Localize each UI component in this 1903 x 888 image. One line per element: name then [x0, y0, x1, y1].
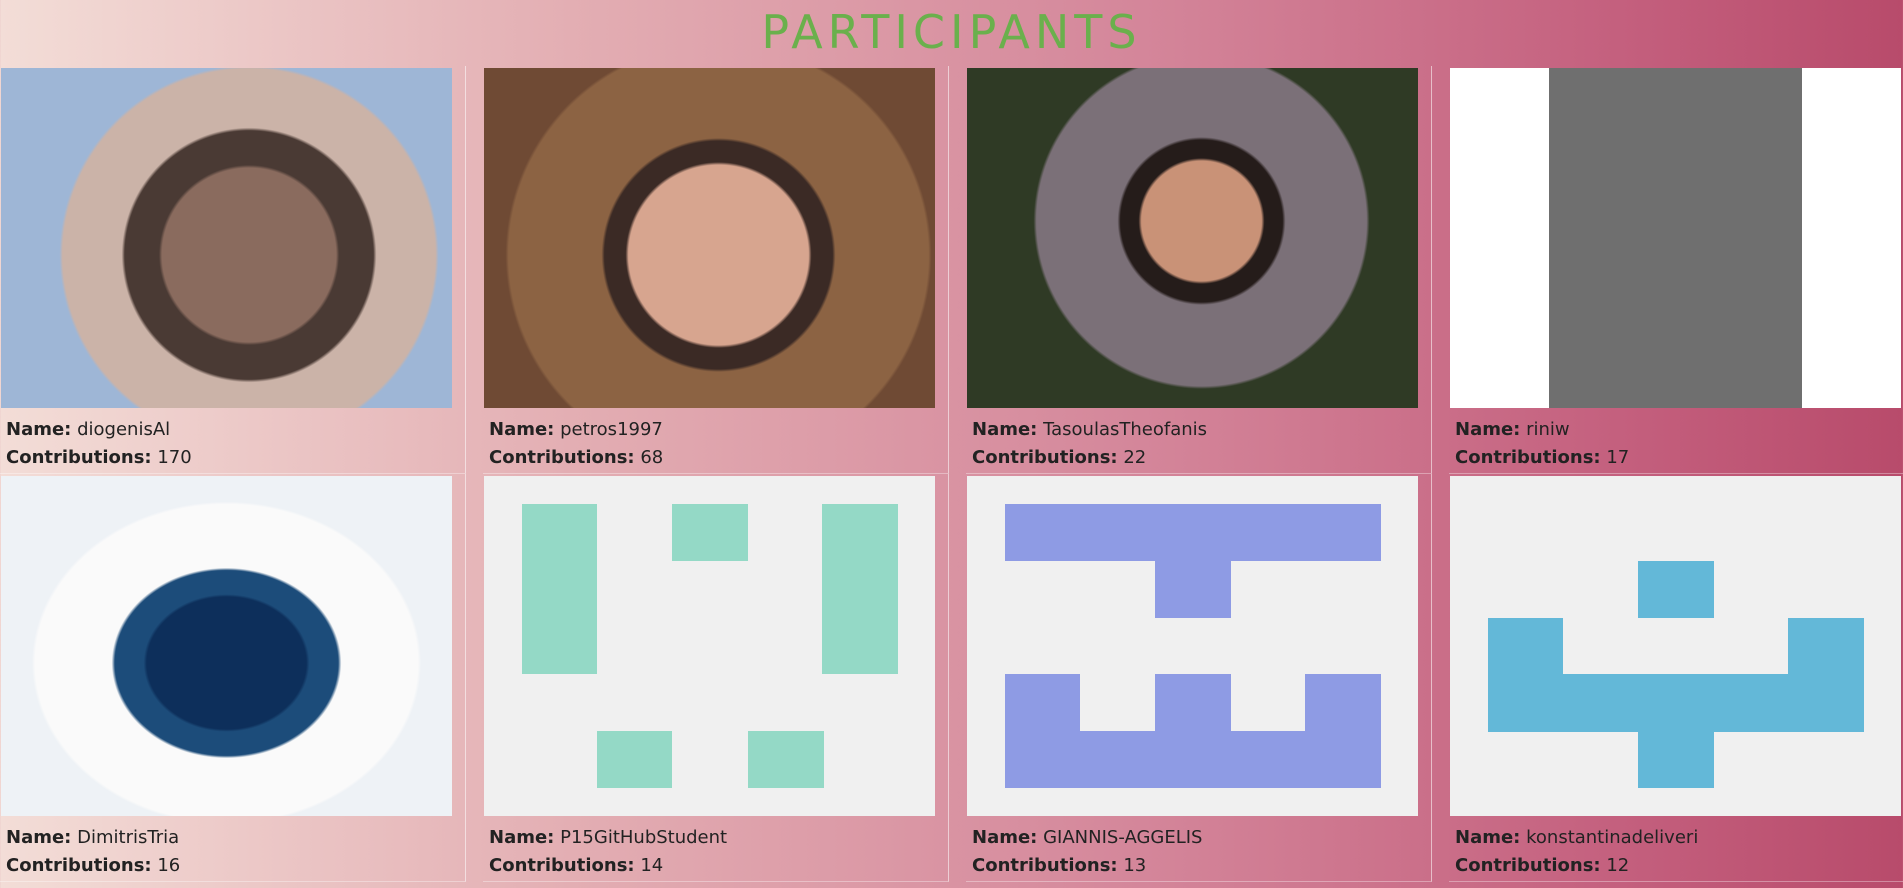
avatar[interactable] — [484, 68, 935, 408]
avatar[interactable] — [1, 68, 452, 408]
identicon-block — [1638, 561, 1714, 618]
name-label: Name: — [489, 419, 555, 440]
participant-name: petros1997 — [560, 419, 663, 440]
avatar-identicon[interactable] — [484, 476, 935, 816]
avatar[interactable] — [1450, 68, 1901, 408]
identicon-block — [822, 504, 898, 674]
participant-contributions: 13 — [1123, 855, 1147, 876]
avatar[interactable] — [1, 476, 452, 816]
identicon-block — [597, 731, 672, 788]
participant-card[interactable]: Name: TasoulasTheofanis Contributions: 2… — [966, 66, 1432, 474]
participant-name: TasoulasTheofanis — [1043, 419, 1208, 440]
participant-contributions: 14 — [640, 855, 664, 876]
name-label: Name: — [1455, 419, 1521, 440]
participant-info: Name: riniw Contributions: 17 — [1455, 416, 1629, 472]
identicon-block — [748, 731, 824, 788]
participant-info: Name: GIANNIS-AGGELIS Contributions: 13 — [972, 824, 1202, 880]
identicon-block — [1005, 504, 1381, 561]
avatar-identicon[interactable] — [967, 476, 1418, 816]
avatar[interactable] — [967, 68, 1418, 408]
participant-contributions: 22 — [1123, 447, 1147, 468]
name-label: Name: — [1455, 827, 1521, 848]
participant-name: konstantinadeliveri — [1526, 827, 1699, 848]
participant-card[interactable]: Name: DimitrisTria Contributions: 16 — [0, 474, 466, 882]
participant-info: Name: DimitrisTria Contributions: 16 — [6, 824, 180, 880]
participant-contributions: 16 — [157, 855, 181, 876]
participant-info: Name: TasoulasTheofanis Contributions: 2… — [972, 416, 1207, 472]
name-label: Name: — [6, 827, 72, 848]
participant-contributions: 68 — [640, 447, 664, 468]
name-label: Name: — [6, 419, 72, 440]
participant-info: Name: petros1997 Contributions: 68 — [489, 416, 663, 472]
contributions-label: Contributions: — [972, 447, 1118, 468]
participant-name: GIANNIS-AGGELIS — [1043, 827, 1203, 848]
participant-card[interactable]: Name: diogenisAl Contributions: 170 — [0, 66, 466, 474]
name-label: Name: — [972, 419, 1038, 440]
identicon-block — [522, 504, 597, 674]
contributions-label: Contributions: — [1455, 447, 1601, 468]
avatar-identicon[interactable] — [1450, 476, 1901, 816]
contributions-label: Contributions: — [489, 447, 635, 468]
page-title: PARTICIPANTS — [761, 5, 1142, 59]
participants-grid: Name: diogenisAl Contributions: 170 Name… — [0, 66, 1903, 882]
participant-contributions: 17 — [1606, 447, 1630, 468]
participant-card[interactable]: Name: riniw Contributions: 17 — [1449, 66, 1903, 474]
participant-contributions: 12 — [1606, 855, 1630, 876]
contributions-label: Contributions: — [6, 447, 152, 468]
name-label: Name: — [489, 827, 555, 848]
participant-info: Name: konstantinadeliveri Contributions:… — [1455, 824, 1698, 880]
participant-info: Name: diogenisAl Contributions: 170 — [6, 416, 192, 472]
participant-name: diogenisAl — [77, 419, 171, 440]
participant-card[interactable]: Name: petros1997 Contributions: 68 — [483, 66, 949, 474]
name-label: Name: — [972, 827, 1038, 848]
identicon-block — [672, 504, 748, 561]
participant-card[interactable]: Name: konstantinadeliveri Contributions:… — [1449, 474, 1903, 882]
contributions-label: Contributions: — [1455, 855, 1601, 876]
contributions-label: Contributions: — [489, 855, 635, 876]
participant-contributions: 170 — [157, 447, 192, 468]
participant-name: DimitrisTria — [77, 827, 180, 848]
contributions-label: Contributions: — [6, 855, 152, 876]
participant-name: riniw — [1526, 419, 1570, 440]
participant-name: P15GitHubStudent — [560, 827, 728, 848]
participant-card[interactable]: Name: P15GitHubStudent Contributions: 14 — [483, 474, 949, 882]
participant-card[interactable]: Name: GIANNIS-AGGELIS Contributions: 13 — [966, 474, 1432, 882]
identicon-block — [1155, 561, 1231, 618]
contributions-label: Contributions: — [972, 855, 1118, 876]
participant-info: Name: P15GitHubStudent Contributions: 14 — [489, 824, 727, 880]
identicon-block — [1005, 731, 1381, 788]
identicon-block — [1638, 674, 1714, 788]
